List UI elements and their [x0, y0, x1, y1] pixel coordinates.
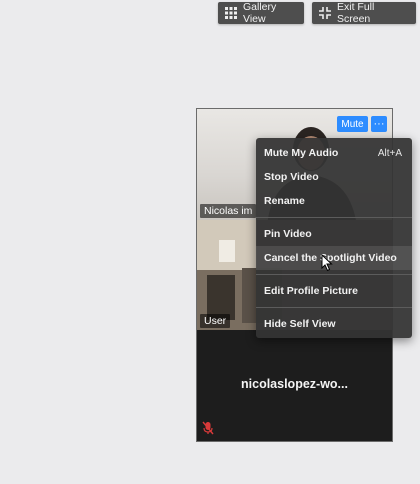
- more-options-button[interactable]: ···: [371, 116, 387, 132]
- mic-muted-icon: [202, 421, 214, 435]
- menu-item-mute-my-audio[interactable]: Mute My Audio Alt+A: [256, 141, 412, 165]
- menu-item-label: Mute My Audio: [264, 147, 339, 159]
- menu-item-label: Stop Video: [264, 171, 319, 183]
- menu-divider: [256, 307, 412, 308]
- self-display-name: nicolaslopez-wo...: [241, 377, 348, 391]
- participant-name-tag: Nicolas im: [200, 204, 257, 218]
- menu-item-label: Edit Profile Picture: [264, 285, 358, 297]
- exit-fullscreen-icon: [319, 7, 331, 19]
- exit-full-screen-button[interactable]: Exit Full Screen: [312, 1, 416, 25]
- mute-button[interactable]: Mute: [337, 116, 368, 132]
- menu-item-cancel-spotlight[interactable]: Cancel the Spotlight Video: [256, 246, 412, 270]
- menu-item-shortcut: Alt+A: [377, 147, 402, 159]
- menu-item-label: Hide Self View: [264, 318, 336, 330]
- menu-item-rename[interactable]: Rename: [256, 189, 412, 213]
- mouse-cursor-icon: [321, 254, 333, 272]
- menu-item-pin-video[interactable]: Pin Video: [256, 222, 412, 246]
- menu-divider: [256, 274, 412, 275]
- menu-item-hide-self-view[interactable]: Hide Self View: [256, 312, 412, 336]
- participant-name-tag: User: [200, 314, 231, 328]
- gallery-view-button[interactable]: Gallery View: [218, 1, 304, 25]
- video-tile-self[interactable]: nicolaslopez-wo...: [197, 330, 392, 441]
- menu-item-stop-video[interactable]: Stop Video: [256, 165, 412, 189]
- menu-divider: [256, 217, 412, 218]
- exit-full-screen-label: Exit Full Screen: [337, 1, 375, 25]
- gallery-view-label: Gallery View: [243, 1, 277, 25]
- menu-item-label: Rename: [264, 195, 305, 207]
- participant-context-menu: Mute My Audio Alt+A Stop Video Rename Pi…: [256, 138, 412, 338]
- menu-item-edit-profile-picture[interactable]: Edit Profile Picture: [256, 279, 412, 303]
- menu-item-label: Pin Video: [264, 228, 312, 240]
- grid-icon: [225, 7, 237, 19]
